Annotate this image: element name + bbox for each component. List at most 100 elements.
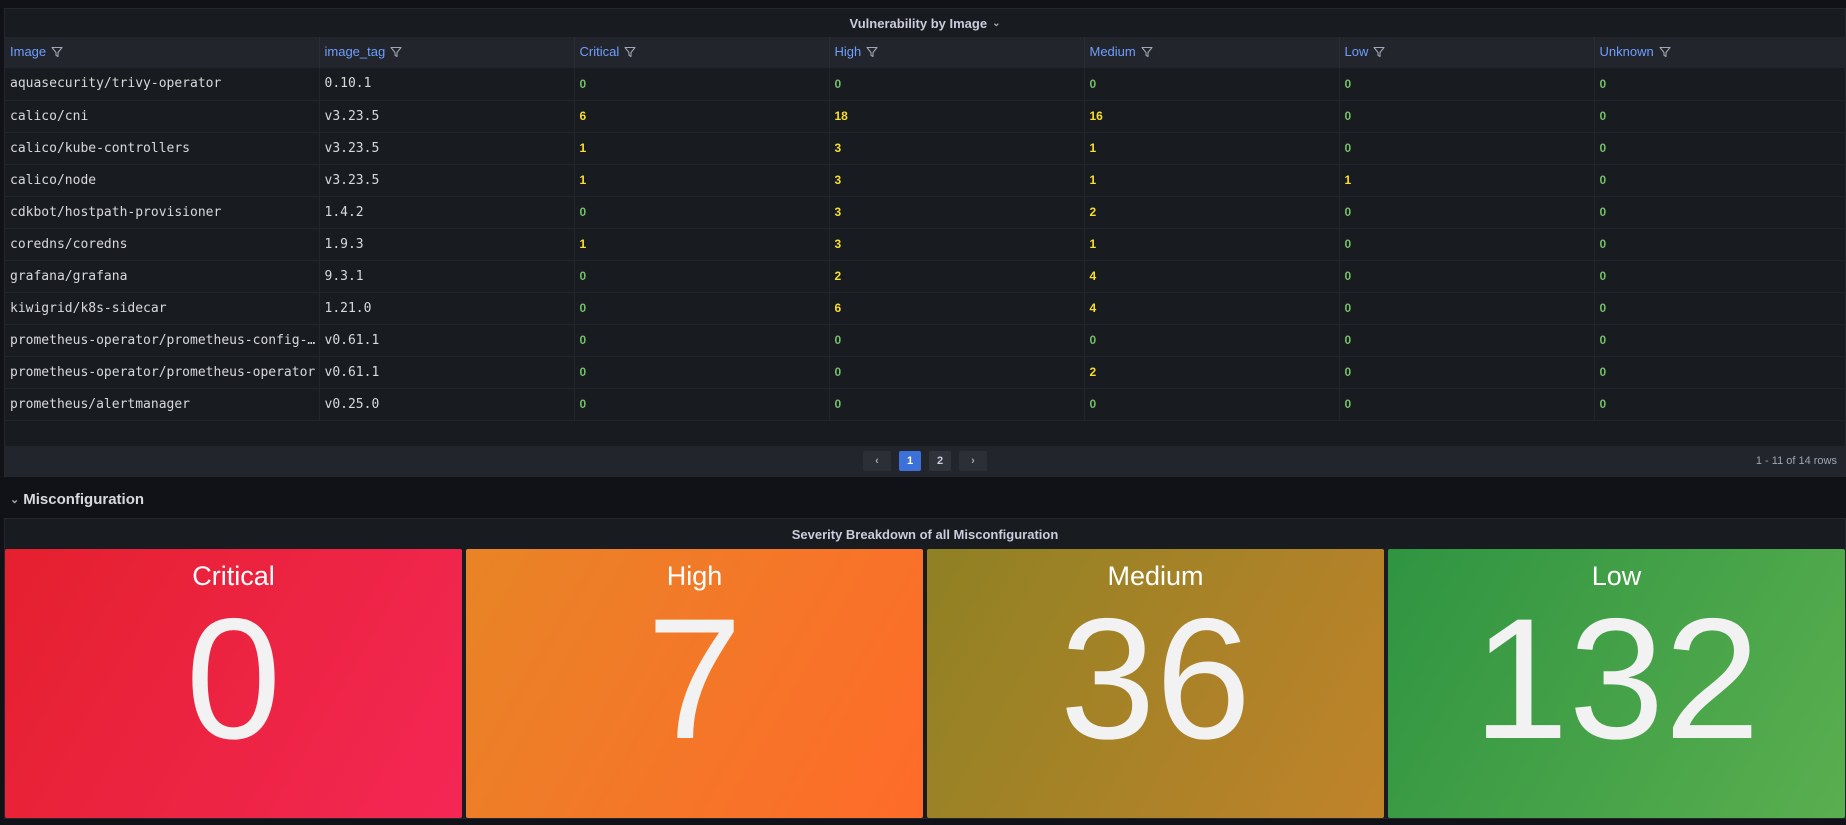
table-row: cdkbot/hostpath-provisioner 1.4.2 0 3 2 0 0: [5, 196, 1846, 228]
cell-low: 0: [1339, 100, 1595, 132]
cell-unknown: 0: [1594, 388, 1846, 420]
cell-tag: v3.23.5: [319, 100, 575, 132]
cell-image: grafana/grafana: [5, 260, 320, 292]
cell-tag: 0.10.1: [319, 68, 575, 100]
cell-medium: 1: [1084, 164, 1340, 196]
cell-medium: 4: [1084, 292, 1340, 324]
cell-critical: 0: [574, 260, 830, 292]
cell-low: 1: [1339, 164, 1595, 196]
cell-low: 0: [1339, 324, 1595, 356]
cell-image: calico/kube-controllers: [5, 132, 320, 164]
cell-tag: 9.3.1: [319, 260, 575, 292]
column-header-label: Low: [1344, 44, 1369, 60]
cell-tag: v3.23.5: [319, 132, 575, 164]
column-header-unknown[interactable]: Unknown: [1594, 37, 1846, 68]
cell-medium: 1: [1084, 132, 1340, 164]
stat-tile-high: High 7: [466, 549, 923, 818]
table-row: prometheus/alertmanager v0.25.0 0 0 0 0 0: [5, 388, 1846, 420]
cell-tag: v0.25.0: [319, 388, 575, 420]
cell-critical: 0: [574, 388, 830, 420]
column-header-image[interactable]: Image: [5, 37, 320, 68]
cell-critical: 1: [574, 228, 830, 260]
cell-medium: 2: [1084, 196, 1340, 228]
cell-critical: 1: [574, 164, 830, 196]
cell-tag: 1.4.2: [319, 196, 575, 228]
stat-value: 36: [1059, 583, 1252, 775]
stat-value: 0: [185, 583, 282, 775]
cell-low: 0: [1339, 388, 1595, 420]
column-header-label: Unknown: [1599, 44, 1654, 60]
stat-value: 7: [646, 583, 743, 775]
cell-high: 3: [829, 196, 1085, 228]
cell-high: 0: [829, 356, 1085, 388]
cell-unknown: 0: [1594, 292, 1846, 324]
panel-title[interactable]: Severity Breakdown of all Misconfigurati…: [5, 519, 1845, 549]
cell-tag: 1.9.3: [319, 228, 575, 260]
table-row: kiwigrid/k8s-sidecar 1.21.0 0 6 4 0 0: [5, 292, 1846, 324]
table-row: grafana/grafana 9.3.1 0 2 4 0 0: [5, 260, 1846, 292]
table-row: coredns/coredns 1.9.3 1 3 1 0 0: [5, 228, 1846, 260]
stat-value: 132: [1473, 583, 1760, 775]
cell-low: 0: [1339, 292, 1595, 324]
cell-image: calico/cni: [5, 100, 320, 132]
cell-image: coredns/coredns: [5, 228, 320, 260]
cell-medium: 1: [1084, 228, 1340, 260]
filter-icon[interactable]: [390, 46, 402, 61]
table-row: calico/kube-controllers v3.23.5 1 3 1 0 0: [5, 132, 1846, 164]
cell-image: prometheus-operator/prometheus-operator: [5, 356, 320, 388]
cell-critical: 0: [574, 292, 830, 324]
pagination-bar: ‹ 1 2 › 1 - 11 of 14 rows: [5, 446, 1845, 476]
next-page-button[interactable]: ›: [959, 451, 987, 471]
filter-icon[interactable]: [1141, 46, 1153, 61]
filter-icon[interactable]: [866, 46, 878, 61]
page-1-button[interactable]: 1: [899, 451, 921, 471]
filter-icon[interactable]: [1373, 46, 1385, 61]
cell-unknown: 0: [1594, 164, 1846, 196]
prev-page-button[interactable]: ‹: [863, 451, 891, 471]
cell-tag: v0.61.1: [319, 324, 575, 356]
column-header-critical[interactable]: Critical: [574, 37, 830, 68]
cell-critical: 0: [574, 68, 830, 100]
cell-tag: 1.21.0: [319, 292, 575, 324]
column-header-high[interactable]: High: [829, 37, 1085, 68]
cell-high: 18: [829, 100, 1085, 132]
cell-unknown: 0: [1594, 228, 1846, 260]
table-row: calico/node v3.23.5 1 3 1 1 0: [5, 164, 1846, 196]
filter-icon[interactable]: [51, 46, 63, 61]
page-2-button[interactable]: 2: [929, 451, 951, 471]
column-header-medium[interactable]: Medium: [1084, 37, 1340, 68]
column-header-image-tag[interactable]: image_tag: [319, 37, 575, 68]
misconfiguration-row-toggle[interactable]: ⌄ Misconfiguration: [10, 489, 144, 509]
panel-title-menu[interactable]: Vulnerability by Image ⌄: [5, 9, 1845, 37]
row-count: 1 - 11 of 14 rows: [1755, 455, 1837, 467]
cell-low: 0: [1339, 228, 1595, 260]
cell-medium: 16: [1084, 100, 1340, 132]
cell-medium: 2: [1084, 356, 1340, 388]
cell-unknown: 0: [1594, 196, 1846, 228]
cell-high: 0: [829, 68, 1085, 100]
cell-tag: v3.23.5: [319, 164, 575, 196]
cell-image: prometheus/alertmanager: [5, 388, 320, 420]
table-row: prometheus-operator/prometheus-config-… v…: [5, 324, 1846, 356]
cell-high: 3: [829, 228, 1085, 260]
cell-high: 0: [829, 324, 1085, 356]
cell-low: 0: [1339, 132, 1595, 164]
column-header-label: image_tag: [324, 44, 386, 60]
table-body: aquasecurity/trivy-operator 0.10.1 0 0 0 0 0 ca…: [5, 68, 1846, 420]
cell-medium: 0: [1084, 388, 1340, 420]
cell-critical: 6: [574, 100, 830, 132]
cell-unknown: 0: [1594, 260, 1846, 292]
section-title: Misconfiguration: [23, 490, 145, 508]
cell-image: kiwigrid/k8s-sidecar: [5, 292, 320, 324]
table-header-row: Image image_tag Critical High Medium Low Unkno…: [5, 37, 1846, 68]
stat-tile-low: Low 132: [1388, 549, 1845, 818]
column-header-label: Critical: [579, 44, 620, 60]
vulnerability-table: Image image_tag Critical High Medium Low Unkno…: [5, 37, 1846, 421]
filter-icon[interactable]: [624, 46, 636, 61]
column-header-low[interactable]: Low: [1339, 37, 1595, 68]
column-header-label: Medium: [1089, 44, 1136, 60]
filter-icon[interactable]: [1659, 46, 1671, 61]
cell-high: 3: [829, 132, 1085, 164]
stat-tile-critical: Critical 0: [5, 549, 462, 818]
table-row: aquasecurity/trivy-operator 0.10.1 0 0 0 0 0: [5, 68, 1846, 100]
